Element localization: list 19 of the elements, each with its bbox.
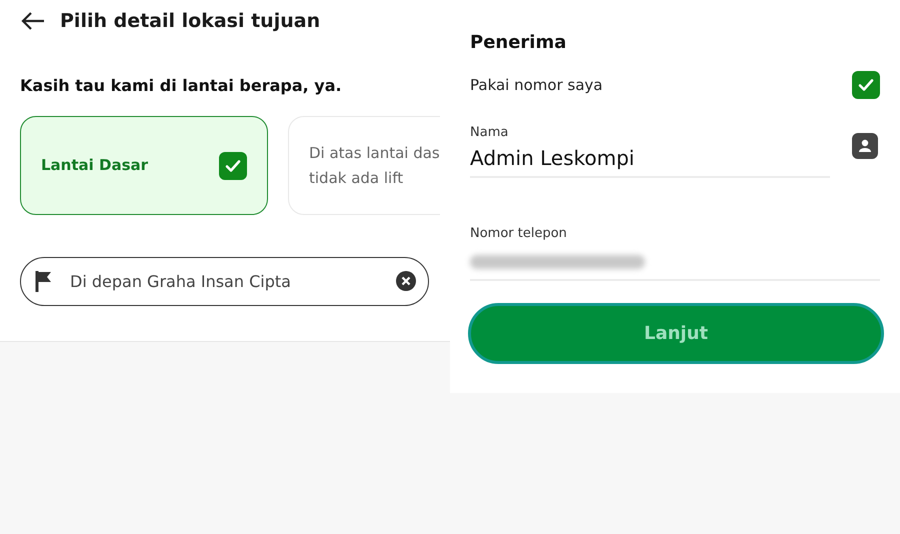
clear-icon[interactable] xyxy=(396,271,416,291)
floor-option-label: Lantai Dasar xyxy=(41,155,148,176)
floor-option-label: Di atas lantai das tidak ada lift xyxy=(309,142,440,188)
back-icon[interactable] xyxy=(20,11,46,31)
name-field[interactable]: Admin Leskompi xyxy=(470,146,830,170)
note-field[interactable]: Di depan Graha Insan Cipta xyxy=(20,257,429,306)
checkbox[interactable] xyxy=(219,152,247,180)
use-my-number-label: Pakai nomor saya xyxy=(470,76,603,94)
floor-option-card[interactable]: Di atas lantai das tidak ada lift xyxy=(288,116,440,215)
contact-icon[interactable] xyxy=(852,133,878,159)
floor-question: Kasih tau kami di lantai berapa, ya. xyxy=(20,76,343,95)
field-label: Nama xyxy=(470,125,510,140)
floor-option-card[interactable]: Lantai Dasar xyxy=(20,116,268,215)
section-title: Penerima xyxy=(470,32,568,53)
field-label: Nomor telepon xyxy=(470,226,568,241)
check-icon xyxy=(857,76,875,94)
page-title: Pilih detail lokasi tujuan xyxy=(60,10,320,32)
checkbox[interactable] xyxy=(852,71,880,99)
flag-icon xyxy=(35,270,53,292)
